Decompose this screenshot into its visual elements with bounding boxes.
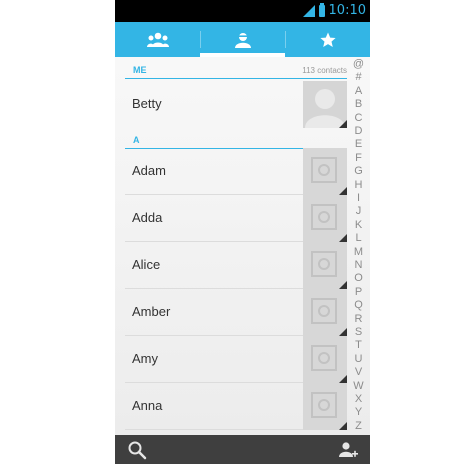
contact-row[interactable]: Adda <box>115 195 347 242</box>
alpha-index-letter[interactable]: T <box>347 340 370 351</box>
alpha-index-letter[interactable]: C <box>347 112 370 124</box>
me-contact-row[interactable]: Betty <box>115 81 347 128</box>
contact-row[interactable]: Amber <box>115 289 347 336</box>
contact-row[interactable]: Alice <box>115 242 347 289</box>
section-label: ME <box>133 65 147 75</box>
quick-contact-badge <box>339 234 347 242</box>
alpha-index-letter[interactable]: Z <box>347 420 370 432</box>
add-contact-icon[interactable] <box>338 440 358 460</box>
alpha-index-letter[interactable]: M <box>347 246 370 258</box>
tab-bar <box>115 22 370 57</box>
avatar[interactable] <box>303 289 347 336</box>
alpha-index-letter[interactable]: J <box>347 206 370 217</box>
quick-contact-badge <box>339 281 347 289</box>
contact-name: Adam <box>132 163 166 178</box>
alpha-index-letter[interactable]: # <box>347 72 370 83</box>
contacts-count: 113 contacts <box>302 66 347 75</box>
status-time: 10:10 <box>328 3 366 18</box>
alphabet-index-scrollbar[interactable]: @ # A B C D E F G H I J K L M N O P Q R S T U V W X Y Z <box>347 57 370 435</box>
alpha-index-letter[interactable]: R <box>347 313 370 325</box>
contact-name: Adda <box>132 210 163 225</box>
signal-icon <box>302 5 315 17</box>
alpha-index-letter[interactable]: D <box>347 126 370 137</box>
avatar[interactable] <box>303 148 347 195</box>
contact-name: Betty <box>132 96 162 111</box>
alpha-index-letter[interactable]: Q <box>347 300 370 311</box>
section-header-a: A <box>125 132 347 149</box>
groups-icon <box>146 32 169 47</box>
alpha-index-letter[interactable]: G <box>347 166 370 177</box>
alpha-index-letter[interactable]: X <box>347 394 370 405</box>
quick-contact-badge <box>339 187 347 195</box>
contact-row[interactable]: Adam <box>115 148 347 195</box>
alpha-index-letter[interactable]: K <box>347 219 370 231</box>
contact-name: Amy <box>132 351 158 366</box>
quick-contact-badge <box>339 422 347 430</box>
quick-contact-badge <box>339 328 347 336</box>
contact-row[interactable]: Anna <box>115 383 347 430</box>
battery-icon <box>318 3 325 17</box>
status-icons: 10:10 <box>302 3 366 19</box>
alpha-index-letter[interactable]: I <box>347 193 370 204</box>
person-icon <box>234 32 251 48</box>
section-label: A <box>133 135 140 145</box>
avatar[interactable] <box>303 383 347 430</box>
contact-name: Alice <box>132 257 161 272</box>
alpha-index-letter[interactable]: F <box>347 152 370 164</box>
section-header-me: ME 113 contacts <box>125 62 347 79</box>
avatar[interactable] <box>303 242 347 289</box>
quick-contact-badge <box>339 120 347 128</box>
alpha-index-letter[interactable]: N <box>347 260 370 271</box>
alpha-index-letter[interactable]: V <box>347 367 370 378</box>
alpha-index-letter[interactable]: U <box>347 353 370 365</box>
alpha-index-letter[interactable]: P <box>347 286 370 298</box>
quick-contact-badge <box>339 375 347 383</box>
avatar[interactable] <box>303 195 347 242</box>
tab-groups[interactable] <box>115 22 200 57</box>
alpha-index-letter[interactable]: S <box>347 327 370 338</box>
alpha-index-letter[interactable]: H <box>347 179 370 191</box>
alpha-index-letter[interactable]: A <box>347 85 370 97</box>
alpha-index-letter[interactable]: @ <box>347 59 370 70</box>
alpha-index-letter[interactable]: O <box>347 273 370 284</box>
avatar[interactable] <box>303 336 347 383</box>
phone-screen: 10:10 ME 113 contacts Betty A Adam Adda … <box>115 0 370 464</box>
alpha-index-letter[interactable]: Y <box>347 407 370 418</box>
contacts-list[interactable]: ME 113 contacts Betty A Adam Adda Alice … <box>115 57 370 435</box>
contact-name: Anna <box>132 398 163 413</box>
alpha-index-letter[interactable]: W <box>347 380 370 392</box>
contact-row[interactable]: Amy <box>115 336 347 383</box>
search-icon[interactable] <box>127 440 147 460</box>
bottom-action-bar <box>115 435 370 464</box>
contact-name: Amber <box>132 304 171 319</box>
status-bar: 10:10 <box>115 0 370 22</box>
star-icon <box>319 32 336 47</box>
alpha-index-letter[interactable]: L <box>347 233 370 244</box>
avatar[interactable] <box>303 81 347 128</box>
tab-contacts[interactable] <box>200 22 285 57</box>
alpha-index-letter[interactable]: E <box>347 139 370 150</box>
alpha-index-letter[interactable]: B <box>347 99 370 110</box>
tab-favorites[interactable] <box>285 22 370 57</box>
